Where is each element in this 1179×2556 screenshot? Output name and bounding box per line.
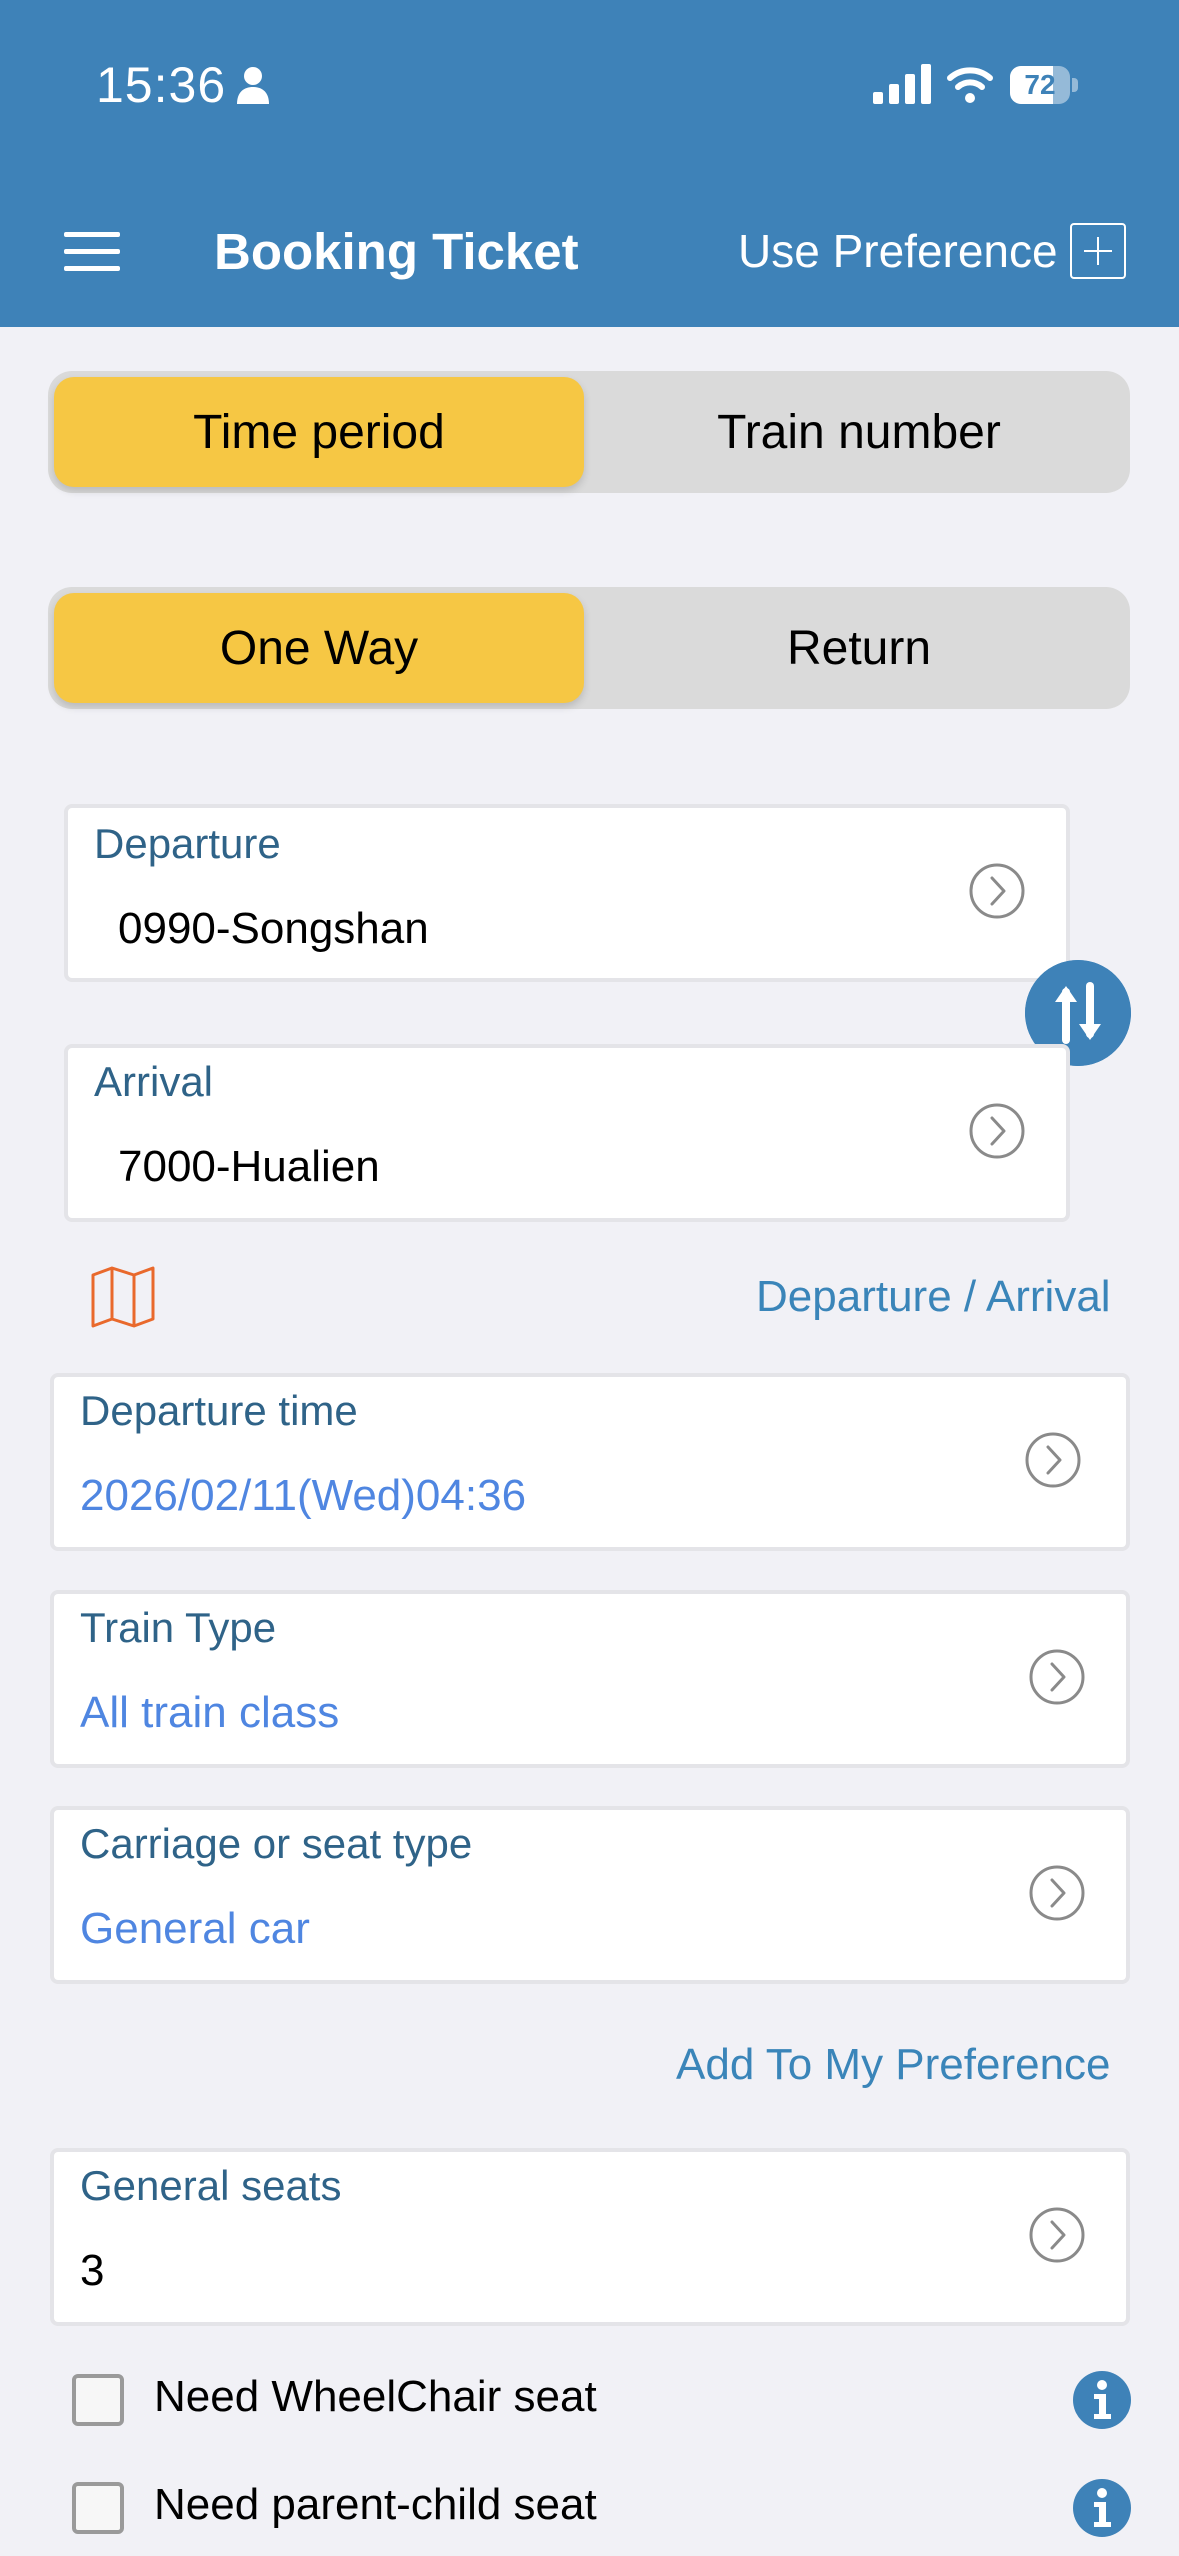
train-type-value: All train class — [80, 1688, 340, 1737]
seat-type-label: Carriage or seat type — [80, 1820, 473, 1867]
arrival-value: 7000-Hualien — [118, 1142, 380, 1191]
trip-type-segmented-control: One Way Return — [48, 587, 1130, 709]
segment-time-period[interactable]: Time period — [54, 377, 584, 487]
chevron-right-circle-icon — [1029, 1649, 1085, 1705]
departure-time-field[interactable]: Departure time 2026/02/11(Wed)04:36 — [50, 1373, 1130, 1551]
parent-child-seat-label: Need parent-child seat — [154, 2480, 597, 2529]
departure-label: Departure — [94, 820, 281, 867]
general-seats-field[interactable]: General seats 3 — [50, 2148, 1130, 2326]
parent-child-seat-checkbox[interactable] — [72, 2482, 124, 2534]
train-type-field[interactable]: Train Type All train class — [50, 1590, 1130, 1768]
person-icon — [237, 67, 269, 104]
segment-one-way[interactable]: One Way — [54, 593, 584, 703]
general-seats-label: General seats — [80, 2162, 342, 2209]
segment-train-number[interactable]: Train number — [594, 377, 1124, 487]
departure-time-value: 2026/02/11(Wed)04:36 — [80, 1471, 527, 1520]
battery-percent: 72 — [1024, 69, 1056, 100]
chevron-right-circle-icon — [1029, 1865, 1085, 1921]
arrival-label: Arrival — [94, 1058, 214, 1105]
page-title: Booking Ticket — [214, 223, 579, 280]
battery-icon: 72 — [1010, 66, 1078, 104]
status-time: 15:36 — [96, 57, 227, 113]
departure-station-field[interactable]: Departure 0990-Songshan — [64, 804, 1070, 982]
chevron-right-circle-icon — [969, 863, 1025, 919]
plus-icon[interactable] — [1070, 223, 1126, 279]
wheelchair-seat-checkbox[interactable] — [72, 2374, 124, 2426]
wifi-icon — [947, 67, 993, 103]
chevron-right-circle-icon — [1029, 2207, 1085, 2263]
header-bar: 15:36 72 Booking Ticket Use Preference — [0, 0, 1179, 327]
wheelchair-seat-option: Need WheelChair seat — [72, 2364, 1132, 2436]
parent-child-seat-option: Need parent-child seat — [72, 2472, 1132, 2544]
train-type-label: Train Type — [80, 1604, 277, 1651]
chevron-right-circle-icon — [969, 1103, 1025, 1159]
departure-time-label: Departure time — [80, 1387, 358, 1434]
departure-value: 0990-Songshan — [118, 904, 429, 953]
info-icon[interactable] — [1072, 2478, 1132, 2538]
arrival-station-field[interactable]: Arrival 7000-Hualien — [64, 1044, 1070, 1222]
search-mode-segmented-control: Time period Train number — [48, 371, 1130, 493]
general-seats-value: 3 — [80, 2246, 105, 2295]
chevron-right-circle-icon — [1025, 1432, 1081, 1488]
seat-type-value: General car — [80, 1904, 310, 1953]
menu-icon[interactable] — [64, 232, 120, 272]
add-to-preference-link[interactable]: Add To My Preference — [676, 2040, 1111, 2090]
seat-type-field[interactable]: Carriage or seat type General car — [50, 1806, 1130, 1984]
map-icon[interactable] — [90, 1265, 156, 1329]
segment-return[interactable]: Return — [594, 593, 1124, 703]
signal-icon — [873, 64, 931, 104]
departure-arrival-link[interactable]: Departure / Arrival — [756, 1272, 1111, 1322]
wheelchair-seat-label: Need WheelChair seat — [154, 2372, 597, 2421]
info-icon[interactable] — [1072, 2370, 1132, 2430]
use-preference-button[interactable]: Use Preference — [738, 224, 1058, 278]
